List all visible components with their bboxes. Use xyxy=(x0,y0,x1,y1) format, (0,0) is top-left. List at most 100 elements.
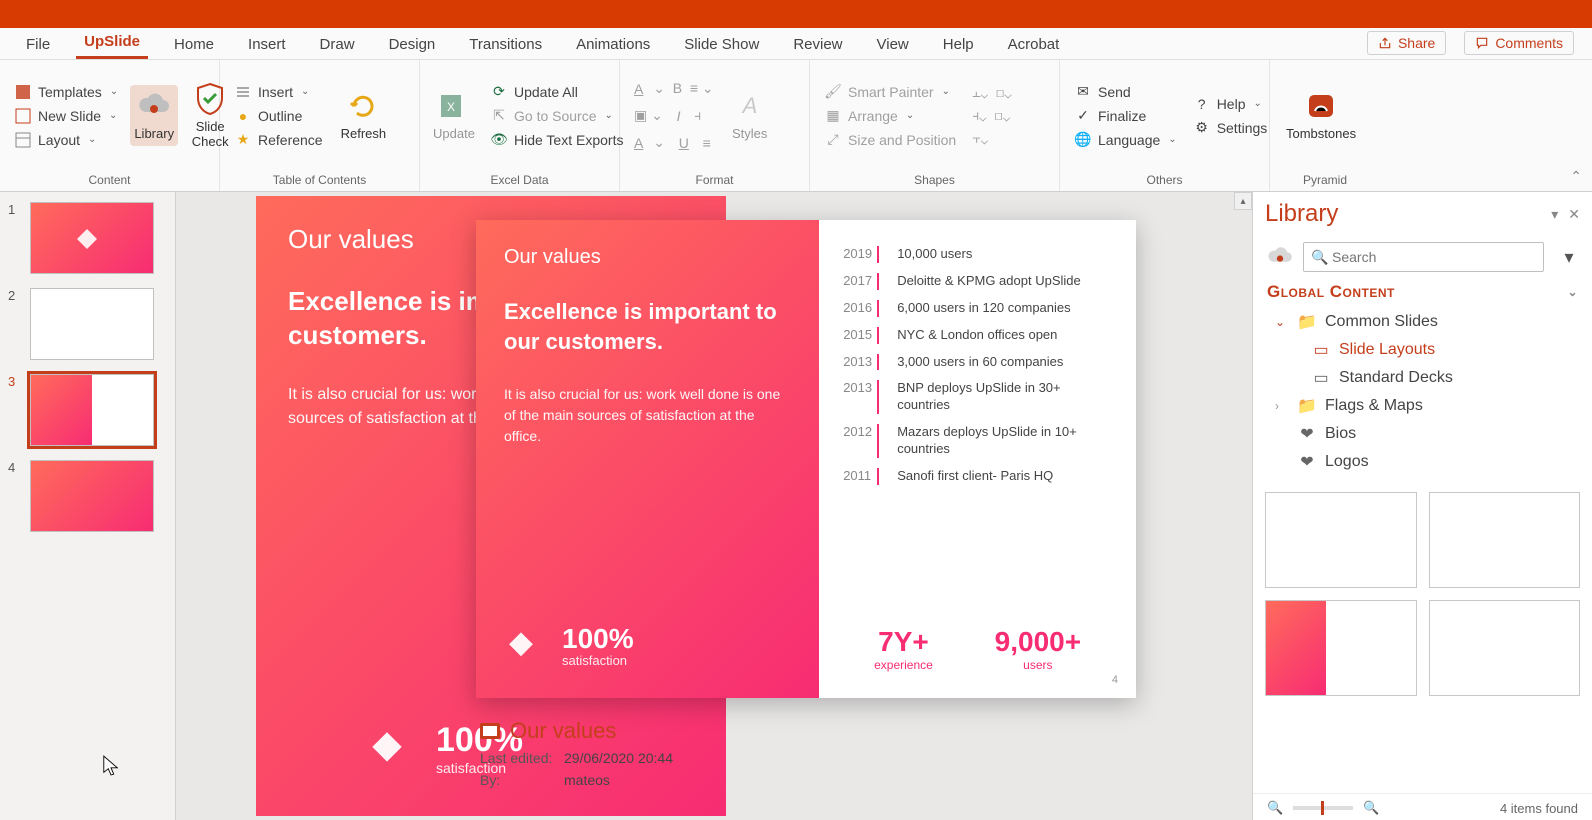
thumb-4[interactable] xyxy=(30,460,154,532)
thumb-2[interactable] xyxy=(30,288,154,360)
hide-exports-button[interactable]: 👁Hide Text Exports xyxy=(486,129,627,151)
close-icon[interactable]: ✕ xyxy=(1568,206,1580,223)
cloud-source-icon[interactable] xyxy=(1265,242,1295,272)
preview-heading: Excellence is important to our customers… xyxy=(504,297,791,356)
svg-text:A: A xyxy=(740,93,757,118)
library-item[interactable] xyxy=(1265,492,1417,588)
ribbon: Templates⌄ New Slide⌄ Layout⌄ Library Sl… xyxy=(0,60,1592,192)
layout-button[interactable]: Layout⌄ xyxy=(10,129,122,151)
group-label-shapes: Shapes xyxy=(810,171,1059,191)
tree-common-slides[interactable]: ⌄📁Common Slides xyxy=(1263,308,1582,336)
tree-logos[interactable]: ❤Logos xyxy=(1263,448,1582,476)
timeline-row: 20166,000 users in 120 companies xyxy=(843,300,1112,317)
tab-design[interactable]: Design xyxy=(381,30,444,59)
update-button[interactable]: X Update xyxy=(430,85,478,145)
meta-edited-value: 29/06/2020 20:44 xyxy=(564,750,673,766)
slide-icon: ▭ xyxy=(1311,340,1331,360)
tree-flags-maps[interactable]: ›📁Flags & Maps xyxy=(1263,392,1582,420)
smart-painter-button[interactable]: 🖌Smart Painter⌄ xyxy=(820,81,960,103)
reference-button[interactable]: ★Reference xyxy=(230,129,327,151)
zoom-in-icon[interactable]: 🔍 xyxy=(1363,800,1379,816)
cloud-icon xyxy=(137,89,171,123)
tab-upslide[interactable]: UpSlide xyxy=(76,27,148,59)
tree-bios[interactable]: ❤Bios xyxy=(1263,420,1582,448)
align-btn1[interactable]: ⫠⌄ ◻⌄ xyxy=(968,82,1016,103)
size-position-button[interactable]: ⤢Size and Position xyxy=(820,129,960,151)
finalize-button[interactable]: ✓Finalize xyxy=(1070,105,1181,127)
library-section: Global Content xyxy=(1267,282,1395,302)
comments-button[interactable]: Comments xyxy=(1464,31,1574,55)
font-color-button[interactable]: A ⌄ B ≡ ⌄ xyxy=(630,78,718,99)
tab-acrobat[interactable]: Acrobat xyxy=(1000,30,1068,59)
svg-text:X: X xyxy=(447,100,455,114)
arrange-button[interactable]: ▦Arrange⌄ xyxy=(820,105,960,127)
editor-canvas[interactable]: ▴ Our values Excellence is important to … xyxy=(176,192,1252,820)
tab-insert[interactable]: Insert xyxy=(240,30,294,59)
styles-button[interactable]: A Styles xyxy=(726,85,774,145)
timeline: 201910,000 users 2017Deloitte & KPMG adop… xyxy=(843,246,1112,485)
group-label-content: Content xyxy=(0,171,219,191)
tab-transitions[interactable]: Transitions xyxy=(461,30,550,59)
timeline-row: 2017Deloitte & KPMG adopt UpSlide xyxy=(843,273,1112,290)
tombstones-icon xyxy=(1304,89,1338,123)
library-title: Library xyxy=(1265,200,1338,228)
send-button[interactable]: ✉Send xyxy=(1070,81,1181,103)
language-button[interactable]: 🌐Language⌄ xyxy=(1070,129,1181,151)
align-btn3[interactable]: ⫟⌄ xyxy=(968,128,1016,149)
toc-insert-button[interactable]: Insert⌄ xyxy=(230,81,327,103)
tab-review[interactable]: Review xyxy=(785,30,850,59)
library-results xyxy=(1253,486,1592,793)
slide-preview-popup: Our values Excellence is important to ou… xyxy=(476,220,1136,698)
search-input[interactable] xyxy=(1303,242,1544,272)
zoom-out-icon[interactable]: 🔍 xyxy=(1267,800,1283,816)
library-pane: Library ▾ ✕ 🔍 ▾ Global Content ⌄ ⌄📁Commo… xyxy=(1252,192,1592,820)
dropdown-icon[interactable]: ▾ xyxy=(1551,206,1558,223)
preview-title: Our values xyxy=(504,246,791,269)
tab-animations[interactable]: Animations xyxy=(568,30,658,59)
thumb-num: 4 xyxy=(8,460,22,532)
chevron-down-icon[interactable]: ⌄ xyxy=(1567,285,1578,299)
library-item[interactable] xyxy=(1429,600,1581,696)
tree-slide-layouts[interactable]: ▭Slide Layouts xyxy=(1263,336,1582,364)
tree-standard-decks[interactable]: ▭Standard Decks xyxy=(1263,364,1582,392)
settings-button[interactable]: ⚙Settings xyxy=(1189,117,1272,139)
tab-draw[interactable]: Draw xyxy=(312,30,363,59)
refresh-button[interactable]: Refresh xyxy=(335,85,393,145)
go-to-source-button[interactable]: ⇱Go to Source⌄ xyxy=(486,105,627,127)
timeline-row: 20133,000 users in 60 companies xyxy=(843,354,1112,371)
underline-button[interactable]: A ⌄ U ≡ xyxy=(630,132,718,153)
help-button[interactable]: ?Help⌄ xyxy=(1189,93,1272,115)
library-item[interactable] xyxy=(1429,492,1581,588)
share-button[interactable]: Share xyxy=(1367,31,1446,55)
timeline-row: 201910,000 users xyxy=(843,246,1112,263)
tab-help[interactable]: Help xyxy=(935,30,982,59)
align-btn2[interactable]: ⫞⌄ ◻⌄ xyxy=(968,105,1016,126)
new-slide-button[interactable]: New Slide⌄ xyxy=(10,105,122,127)
outline-button[interactable]: ●Outline xyxy=(230,105,327,127)
tab-slideshow[interactable]: Slide Show xyxy=(676,30,767,59)
fill-button[interactable]: ▣ ⌄ I ⫞ xyxy=(630,105,718,126)
group-label-pyramid: Pyramid xyxy=(1270,171,1380,191)
library-button[interactable]: Library xyxy=(130,85,178,145)
meta-edited-label: Last edited: xyxy=(480,750,564,766)
collapse-ribbon-icon[interactable]: ⌃ xyxy=(1560,162,1592,191)
tab-file[interactable]: File xyxy=(18,30,58,59)
thumb-3[interactable] xyxy=(30,374,154,446)
scroll-up-button[interactable]: ▴ xyxy=(1234,192,1252,210)
tab-view[interactable]: View xyxy=(869,30,917,59)
thumb-1[interactable] xyxy=(30,202,154,274)
thumb-num: 3 xyxy=(8,374,22,446)
logo-icon xyxy=(366,728,408,770)
items-found: 4 items found xyxy=(1500,801,1578,816)
zoom-slider[interactable] xyxy=(1293,806,1353,810)
tombstones-button[interactable]: Tombstones xyxy=(1280,85,1362,145)
excel-icon: X xyxy=(437,89,471,123)
preview-stat: 7Y+experience xyxy=(874,626,933,672)
library-item[interactable] xyxy=(1265,600,1417,696)
thumb-num: 1 xyxy=(8,202,22,274)
search-icon: 🔍 xyxy=(1311,249,1328,266)
update-all-button[interactable]: ⟳Update All xyxy=(486,81,627,103)
tab-home[interactable]: Home xyxy=(166,30,222,59)
filter-icon[interactable]: ▾ xyxy=(1558,247,1580,268)
templates-button[interactable]: Templates⌄ xyxy=(10,81,122,103)
